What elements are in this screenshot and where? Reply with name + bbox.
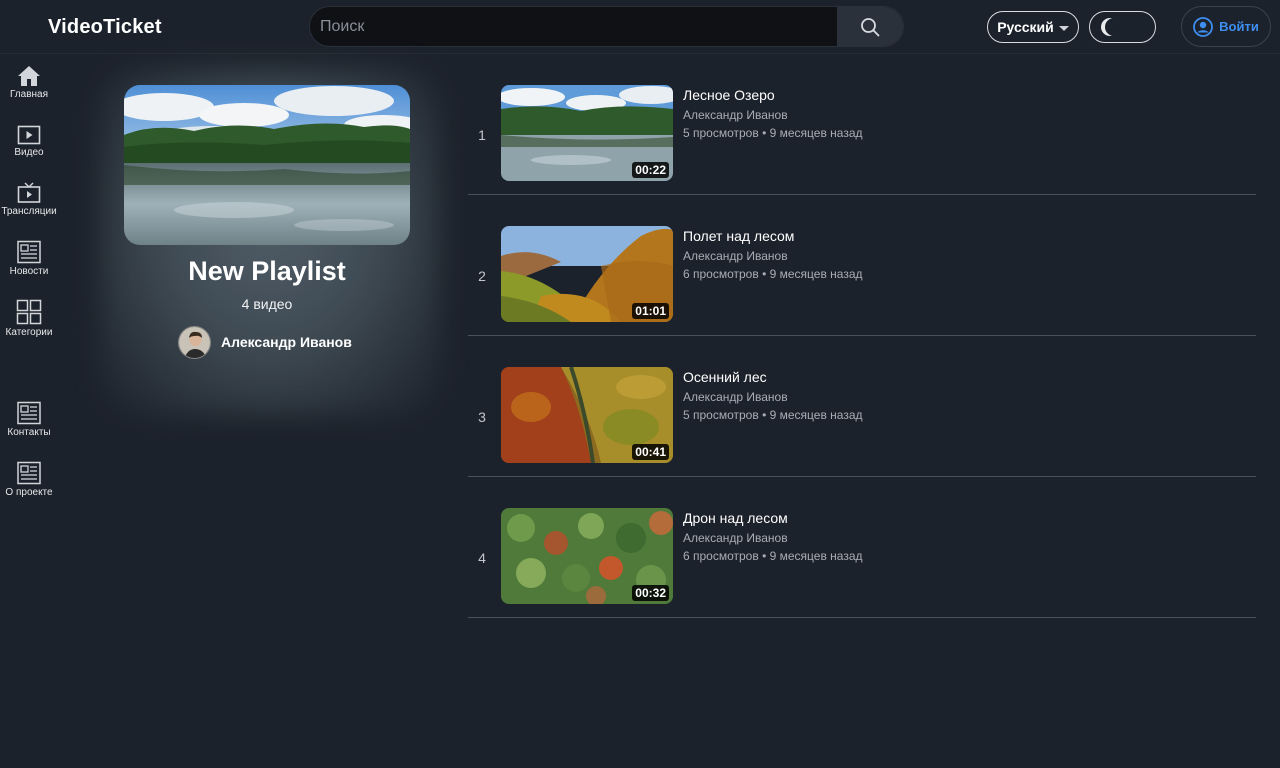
video-author[interactable]: Александр Иванов bbox=[683, 108, 788, 122]
home-icon bbox=[18, 66, 40, 86]
video-duration: 00:22 bbox=[632, 162, 669, 178]
language-label: Русский bbox=[997, 19, 1054, 35]
theme-toggle[interactable] bbox=[1089, 11, 1156, 43]
video-thumbnail[interactable]: 00:41 bbox=[501, 367, 673, 463]
video-duration: 00:32 bbox=[632, 585, 669, 601]
video-index: 3 bbox=[478, 409, 486, 425]
sidebar-item-about[interactable]: О проекте bbox=[0, 461, 58, 498]
newspaper-icon bbox=[17, 401, 41, 425]
video-index: 2 bbox=[478, 268, 486, 284]
video-icon bbox=[17, 125, 41, 145]
video-meta: 5 просмотров • 9 месяцев назад bbox=[683, 408, 863, 422]
sidebar-item-label: О проекте bbox=[5, 487, 53, 498]
sidebar-item-label: Новости bbox=[9, 266, 49, 277]
top-header: VideoTicket Русский Войти bbox=[0, 0, 1280, 54]
user-icon bbox=[1193, 16, 1214, 37]
video-meta: 5 просмотров • 9 месяцев назад bbox=[683, 126, 863, 140]
video-thumbnail[interactable]: 00:32 bbox=[501, 508, 673, 604]
video-duration: 00:41 bbox=[632, 444, 669, 460]
newspaper-icon bbox=[17, 461, 41, 485]
list-item[interactable]: 2 01:01 Полет над лесом Александр Иванов… bbox=[468, 195, 1256, 336]
playlist-author[interactable]: Александр Иванов bbox=[178, 325, 352, 359]
sidebar: Главная Видео Трансляции Новости Категор… bbox=[0, 55, 58, 768]
site-logo[interactable]: VideoTicket bbox=[48, 16, 162, 39]
search-bar bbox=[309, 6, 904, 47]
sidebar-item-label: Главная bbox=[9, 89, 49, 100]
video-duration: 01:01 bbox=[632, 303, 669, 319]
chevron-down-icon bbox=[1058, 25, 1069, 31]
login-label: Войти bbox=[1219, 19, 1259, 34]
playlist-author-name: Александр Иванов bbox=[221, 334, 352, 350]
video-index: 1 bbox=[478, 127, 486, 143]
video-author[interactable]: Александр Иванов bbox=[683, 531, 788, 545]
sidebar-item-categories[interactable]: Категории bbox=[0, 299, 58, 338]
video-author[interactable]: Александр Иванов bbox=[683, 249, 788, 263]
sidebar-item-label: Контакты bbox=[7, 427, 51, 438]
search-icon bbox=[861, 17, 880, 36]
sidebar-item-label: Категории bbox=[5, 327, 53, 338]
video-title[interactable]: Дрон над лесом bbox=[683, 510, 788, 526]
sidebar-item-label: Трансляции bbox=[1, 206, 57, 217]
sidebar-item-news[interactable]: Новости bbox=[0, 240, 58, 277]
sidebar-item-streams[interactable]: Трансляции bbox=[0, 182, 58, 217]
video-author[interactable]: Александр Иванов bbox=[683, 390, 788, 404]
video-title[interactable]: Полет над лесом bbox=[683, 228, 794, 244]
language-select[interactable]: Русский bbox=[987, 11, 1079, 43]
video-thumbnail[interactable]: 00:22 bbox=[501, 85, 673, 181]
video-title[interactable]: Осенний лес bbox=[683, 369, 767, 385]
avatar bbox=[178, 325, 211, 359]
playlist-title: New Playlist bbox=[188, 256, 346, 286]
video-title[interactable]: Лесное Озеро bbox=[683, 87, 775, 103]
playlist-cover[interactable] bbox=[124, 85, 410, 245]
video-meta: 6 просмотров • 9 месяцев назад bbox=[683, 267, 863, 281]
tv-icon bbox=[17, 182, 41, 203]
sidebar-item-home[interactable]: Главная bbox=[0, 65, 58, 100]
playlist-video-count: 4 видео bbox=[241, 296, 293, 312]
sidebar-item-video[interactable]: Видео bbox=[0, 125, 58, 158]
grid-icon bbox=[16, 299, 42, 325]
video-index: 4 bbox=[478, 550, 486, 566]
video-meta: 6 просмотров • 9 месяцев назад bbox=[683, 549, 863, 563]
search-button[interactable] bbox=[837, 7, 903, 46]
video-thumbnail[interactable]: 01:01 bbox=[501, 226, 673, 322]
moon-icon bbox=[1105, 18, 1123, 36]
login-button[interactable]: Войти bbox=[1181, 6, 1271, 47]
list-item[interactable]: 4 00:32 Дрон над лесом Александр Иванов … bbox=[468, 477, 1256, 618]
list-item[interactable]: 1 00:22 Лесное Озеро Александр Иванов 5 … bbox=[468, 54, 1256, 195]
list-item[interactable]: 3 00:41 Осенний лес Александр Иванов 5 п… bbox=[468, 336, 1256, 477]
search-input[interactable] bbox=[310, 7, 838, 46]
sidebar-item-contacts[interactable]: Контакты bbox=[0, 401, 58, 438]
sidebar-item-label: Видео bbox=[14, 147, 44, 158]
newspaper-icon bbox=[17, 240, 41, 264]
